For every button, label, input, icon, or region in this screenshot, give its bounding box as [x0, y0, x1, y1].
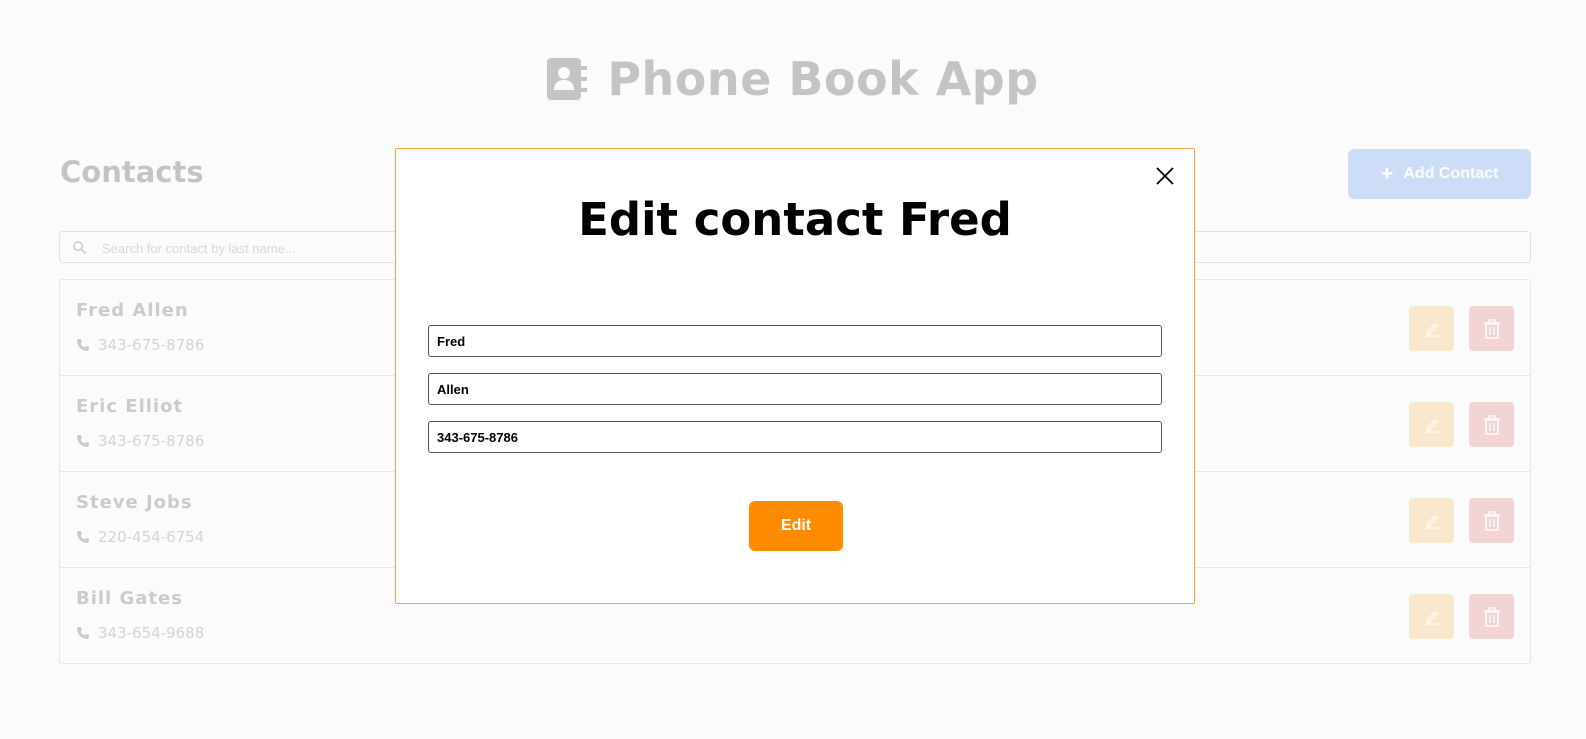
first-name-input[interactable]: [428, 325, 1162, 357]
last-name-input[interactable]: [428, 373, 1162, 405]
close-icon: [1156, 167, 1174, 185]
phone-input[interactable]: [428, 421, 1162, 453]
edit-submit-button[interactable]: Edit: [749, 501, 843, 551]
edit-contact-modal: Edit contact Fred Edit: [395, 148, 1195, 604]
close-modal-button[interactable]: [1152, 163, 1178, 189]
modal-title: Edit contact Fred: [578, 193, 1012, 246]
